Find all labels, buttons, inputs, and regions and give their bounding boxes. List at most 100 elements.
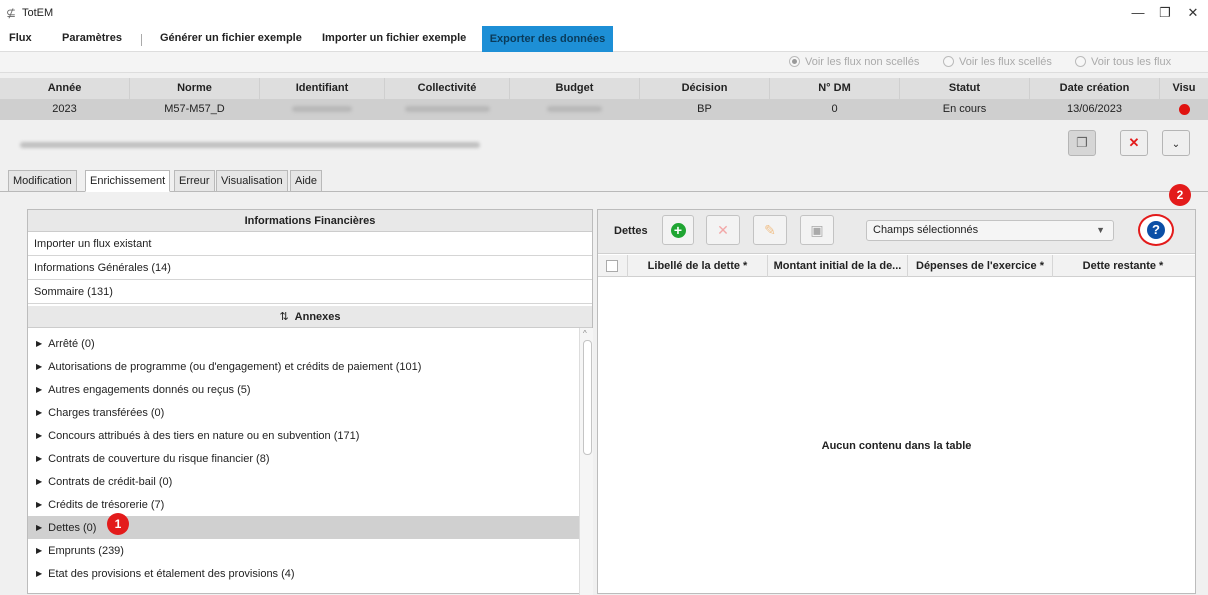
col-libelle[interactable]: Libellé de la dette * [628,255,768,277]
col-date[interactable]: Date création [1030,78,1160,99]
empty-table-message: Aucun contenu dans la table [821,440,972,452]
annexes-header[interactable]: ⇅ Annexes [28,306,592,328]
col-decision[interactable]: Décision [640,78,770,99]
annotation-badge-1: 1 [107,513,129,535]
radio-dot-icon [789,56,800,67]
sommaire[interactable]: Sommaire (131) [28,280,592,304]
cell-visu[interactable] [1160,99,1208,120]
tree-item-label: Charges transférées (0) [48,407,165,419]
fields-select[interactable]: Champs sélectionnés ▼ [866,220,1114,241]
tree-item-label: Crédits de trésorerie (7) [48,499,165,511]
save-icon: ▣ [810,222,824,238]
col-annee[interactable]: Année [0,78,130,99]
flux-table-header: Année Norme Identifiant Collectivité Bud… [0,78,1208,99]
menu-generer[interactable]: Générer un fichier exemple [160,32,302,44]
fields-select-value: Champs sélectionnés [873,224,979,236]
copy-button[interactable]: ❐ [1068,130,1096,156]
close-red-icon: ✕ [1128,135,1140,150]
tree-item[interactable]: ▶ Crédits de trésorerie (7) [28,493,579,516]
tab-aide[interactable]: Aide [290,170,323,192]
radio-tous[interactable]: Voir tous les flux [1075,56,1171,68]
menu-flux[interactable]: Flux [9,32,32,44]
pencil-icon: ✎ [764,222,776,238]
menu-exporter[interactable]: Exporter des données [482,26,613,52]
col-statut[interactable]: Statut [900,78,1030,99]
importer-flux-existant[interactable]: Importer un flux existant [28,232,592,256]
tab-enrichissement[interactable]: Enrichissement [85,170,171,192]
tree-item-label: Concours attribués à des tiers en nature… [48,430,360,442]
app-title: TotEM [22,7,54,19]
question-icon: ? [1147,221,1165,239]
tree-item[interactable]: ▶ Contrats de crédit-bail (0) [28,470,579,493]
radio-label: Voir les flux non scellés [805,56,920,68]
tab-visualisation[interactable]: Visualisation [216,170,288,192]
cell-budget-redacted [510,99,640,120]
col-identifiant[interactable]: Identifiant [260,78,385,99]
expand-arrow-icon: ▶ [36,546,43,555]
tree-item-label: Arrêté (0) [48,338,95,350]
copy-icon: ❐ [1076,135,1088,150]
col-depenses[interactable]: Dépenses de l'exercice * [908,255,1053,277]
annexes-scrollbar[interactable]: ^ [579,328,593,595]
col-dette-restante[interactable]: Dette restante * [1053,255,1193,277]
expand-arrow-icon: ▶ [36,454,43,463]
plus-icon: + [670,222,686,238]
tree-item[interactable]: ▶ Emprunts (239) [28,539,579,562]
tree-item-label: Autres engagements donnés ou reçus (5) [48,384,251,396]
delete-flux-button[interactable]: ✕ [1120,130,1148,156]
scroll-thumb[interactable] [583,340,592,455]
flux-description-redacted [20,142,480,148]
cell-decision: BP [640,99,770,120]
col-collectivite[interactable]: Collectivité [385,78,510,99]
save-button[interactable]: ▣ [800,215,834,245]
col-visu[interactable]: Visu [1160,78,1208,99]
table-row[interactable]: 2023 M57-M57_D BP 0 En cours 13/06/2023 [0,99,1208,120]
expand-arrow-icon: ▶ [36,408,43,417]
informations-generales[interactable]: Informations Générales (14) [28,256,592,280]
select-all-cell[interactable] [598,255,628,277]
sort-icon[interactable]: ⇅ [279,311,288,323]
menu-parametres[interactable]: Paramètres [62,32,122,44]
tree-item[interactable]: ▶ Autres engagements donnés ou reçus (5) [28,378,579,401]
tree-item-label: Emprunts (239) [48,545,124,557]
select-all-checkbox[interactable] [606,260,618,272]
tree-item-label: Autorisations de programme (ou d'engagem… [48,361,422,373]
expand-arrow-icon: ▶ [36,431,43,440]
radio-non-scelles[interactable]: Voir les flux non scellés [789,56,919,68]
redacted-text [404,106,490,113]
expand-arrow-icon: ▶ [36,569,43,578]
expand-arrow-icon: ▶ [36,477,43,486]
add-button[interactable]: + [662,215,694,245]
edit-button[interactable]: ✎ [753,215,787,245]
tab-modification[interactable]: Modification [8,170,77,192]
tree-item[interactable]: ▶ Concours attribués à des tiers en natur… [28,424,579,447]
more-button[interactable]: ⌄ [1162,130,1190,156]
minimize-icon[interactable]: — [1128,4,1148,22]
col-norme[interactable]: Norme [130,78,260,99]
help-button[interactable]: ? [1138,214,1174,246]
scroll-up-icon[interactable]: ^ [583,329,587,338]
cell-date: 13/06/2023 [1030,99,1160,120]
close-window-icon[interactable]: ✕ [1183,4,1203,22]
informations-financieres-header: Informations Financières [28,210,592,232]
cell-norme: M57-M57_D [130,99,260,120]
radio-dot-icon [943,56,954,67]
delete-button[interactable]: ✕ [706,215,740,245]
redacted-text [292,106,352,113]
expand-arrow-icon: ▶ [36,362,43,371]
tree-item[interactable]: ▶ Charges transférées (0) [28,401,579,424]
tree-item[interactable]: ▶ Autorisations de programme (ou d'engage… [28,355,579,378]
col-montant-initial[interactable]: Montant initial de la de... [768,255,908,277]
radio-dot-icon [1075,56,1086,67]
cell-annee: 2023 [0,99,130,120]
col-budget[interactable]: Budget [510,78,640,99]
tree-item[interactable]: ▶ Arrêté (0) [28,332,579,355]
tree-item[interactable]: ▶ Etat des provisions et étalement des pr… [28,562,579,585]
tree-item-label: Dettes (0) [48,522,97,534]
restore-icon[interactable]: ❐ [1155,4,1175,22]
radio-scelles[interactable]: Voir les flux scellés [943,56,1052,68]
tree-item[interactable]: ▶ Contrats de couverture du risque financ… [28,447,579,470]
menu-importer[interactable]: Importer un fichier exemple [322,32,466,44]
tab-erreur[interactable]: Erreur [174,170,215,192]
col-dm[interactable]: N° DM [770,78,900,99]
